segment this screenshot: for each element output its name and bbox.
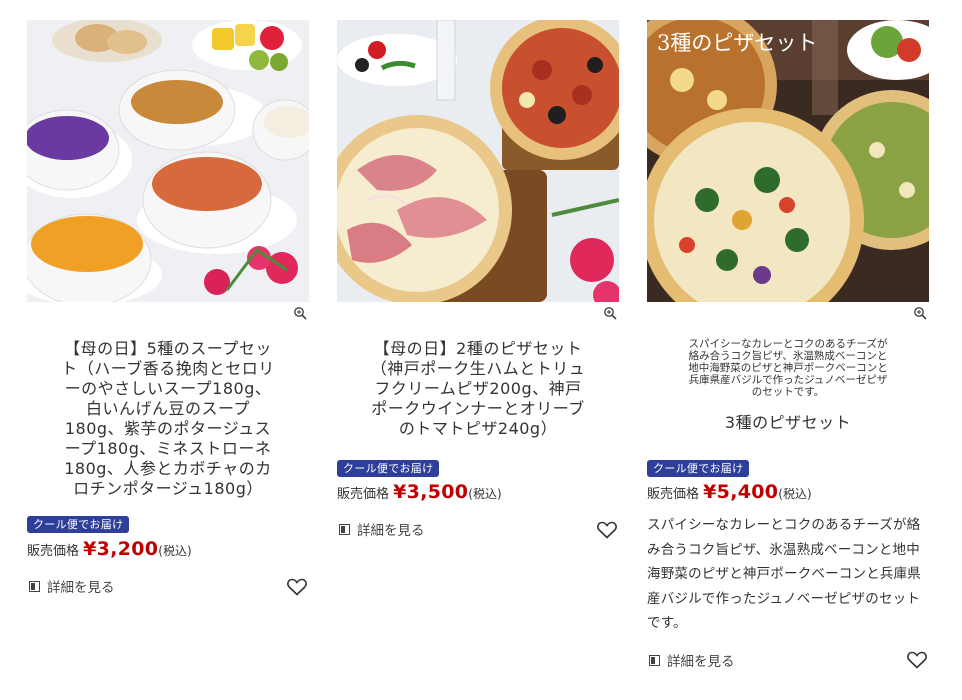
price-value: ¥3,500 xyxy=(393,481,469,503)
product-title-line: 180g、紫芋のポタージュス xyxy=(64,419,272,438)
price-label: 販売価格 xyxy=(337,487,390,502)
cool-delivery-badge: クール便でお届け xyxy=(27,516,130,533)
price-row: 販売価格 ¥5,400(税込) xyxy=(647,481,812,503)
product-title-line: 白いんげん豆のスープ xyxy=(85,399,251,418)
description-line: 産バジルで作ったジュノベーゼピザのセット xyxy=(647,590,921,607)
product-image-soup-set[interactable] xyxy=(27,20,309,302)
product-title-line: フクリームピザ200g、神戸 xyxy=(374,379,582,398)
product-image-pizza-2set[interactable] xyxy=(337,20,619,302)
price-row: 販売価格 ¥3,200(税込) xyxy=(27,538,192,560)
product-card-soup-set: 【母の日】5種のスープセッ ト（ハーブ香る挽肉とセロリ ーのやさしいスープ180… xyxy=(27,20,309,596)
catch-copy-line: スパイシーなカレーとコクのあるチーズが xyxy=(688,338,888,350)
product-title[interactable]: 【母の日】2種のピザセット （神戸ポーク生ハムとトリュ フクリームピザ200g、… xyxy=(337,339,619,439)
price-row: 販売価格 ¥3,500(税込) xyxy=(337,481,502,503)
price-value: ¥3,200 xyxy=(83,538,159,560)
catch-copy-line: のセットです。 xyxy=(751,386,825,398)
tax-label: (税込) xyxy=(778,487,812,501)
zoom-in-icon[interactable] xyxy=(603,306,617,320)
product-title-line: のトマトピザ240g） xyxy=(398,419,558,438)
product-title-line: ト（ハーブ香る挽肉とセロリ xyxy=(61,359,275,378)
product-title[interactable]: 【母の日】5種のスープセッ ト（ハーブ香る挽肉とセロリ ーのやさしいスープ180… xyxy=(27,339,309,499)
view-details-link[interactable]: 詳細を見る xyxy=(649,650,735,670)
zoom-in-icon[interactable] xyxy=(913,306,927,320)
view-details-link[interactable]: 詳細を見る xyxy=(29,576,115,596)
product-card-pizza-3set: 3種のピザセット スパイシーなカレーとコクのあるチーズが 絡み合うコク旨ピザ、氷… xyxy=(647,20,929,670)
product-title-line: ープ180g、ミネストローネ xyxy=(64,439,272,458)
cool-delivery-badge: クール便でお届け xyxy=(337,460,440,477)
description-line: スパイシーなカレーとコクのあるチーズが絡 xyxy=(647,517,921,533)
heart-outline-icon[interactable] xyxy=(287,578,307,596)
product-title-line: 【母の日】2種のピザセット xyxy=(373,339,583,358)
view-details-label: 詳細を見る xyxy=(667,654,735,670)
tax-label: (税込) xyxy=(468,487,502,501)
catch-copy-line: 兵庫県産バジルで作ったジュノベーゼピザ xyxy=(688,374,888,386)
zoom-in-icon[interactable] xyxy=(293,306,307,320)
product-title-line: 【母の日】5種のスープセッ xyxy=(64,339,272,358)
product-title-line: ーのやさしいスープ180g、 xyxy=(64,379,272,398)
description-line: み合うコク旨ピザ、氷温熟成ベーコンと地中 xyxy=(647,541,920,558)
product-image-pizza-3set[interactable]: 3種のピザセット xyxy=(647,20,929,302)
heart-outline-icon[interactable] xyxy=(597,521,617,539)
description-line: です。 xyxy=(647,615,687,631)
detail-page-icon xyxy=(29,580,40,592)
view-details-link[interactable]: 詳細を見る xyxy=(339,519,425,539)
product-card-pizza-2set: 【母の日】2種のピザセット （神戸ポーク生ハムとトリュ フクリームピザ200g、… xyxy=(337,20,619,539)
product-title-line: ロチンポタージュ180g） xyxy=(73,479,263,498)
tax-label: (税込) xyxy=(158,544,192,558)
view-details-label: 詳細を見る xyxy=(357,523,425,539)
detail-page-icon xyxy=(649,654,660,666)
price-label: 販売価格 xyxy=(647,487,700,502)
view-details-label: 詳細を見る xyxy=(47,580,115,596)
price-value: ¥5,400 xyxy=(703,481,779,503)
cool-delivery-badge: クール便でお届け xyxy=(647,460,750,477)
product-title[interactable]: 3種のピザセット xyxy=(647,413,929,433)
catch-copy-line: 地中海野菜のピザと神戸ポークベーコンと xyxy=(688,362,888,374)
catch-copy-line: 絡み合うコク旨ピザ、氷温熟成ベーコンと xyxy=(688,350,888,362)
product-title-line: ポークウインナーとオリーブ xyxy=(371,399,585,418)
price-label: 販売価格 xyxy=(27,544,80,559)
heart-outline-icon[interactable] xyxy=(907,651,927,669)
image-overlay-title: 3種のピザセット xyxy=(657,31,817,55)
product-title-line: （神戸ポーク生ハムとトリュ xyxy=(370,359,586,378)
product-catch-copy: スパイシーなカレーとコクのあるチーズが 絡み合うコク旨ピザ、氷温熟成ベーコンと … xyxy=(653,338,923,398)
detail-page-icon xyxy=(339,523,350,535)
description-line: 海野菜のピザと神戸ポークベーコンと兵庫県 xyxy=(647,566,921,582)
product-title-line: 180g、人参とカボチャのカ xyxy=(64,459,272,478)
product-description: スパイシーなカレーとコクのあるチーズが絡 み合うコク旨ピザ、氷温熟成ベーコンと地… xyxy=(647,513,932,636)
